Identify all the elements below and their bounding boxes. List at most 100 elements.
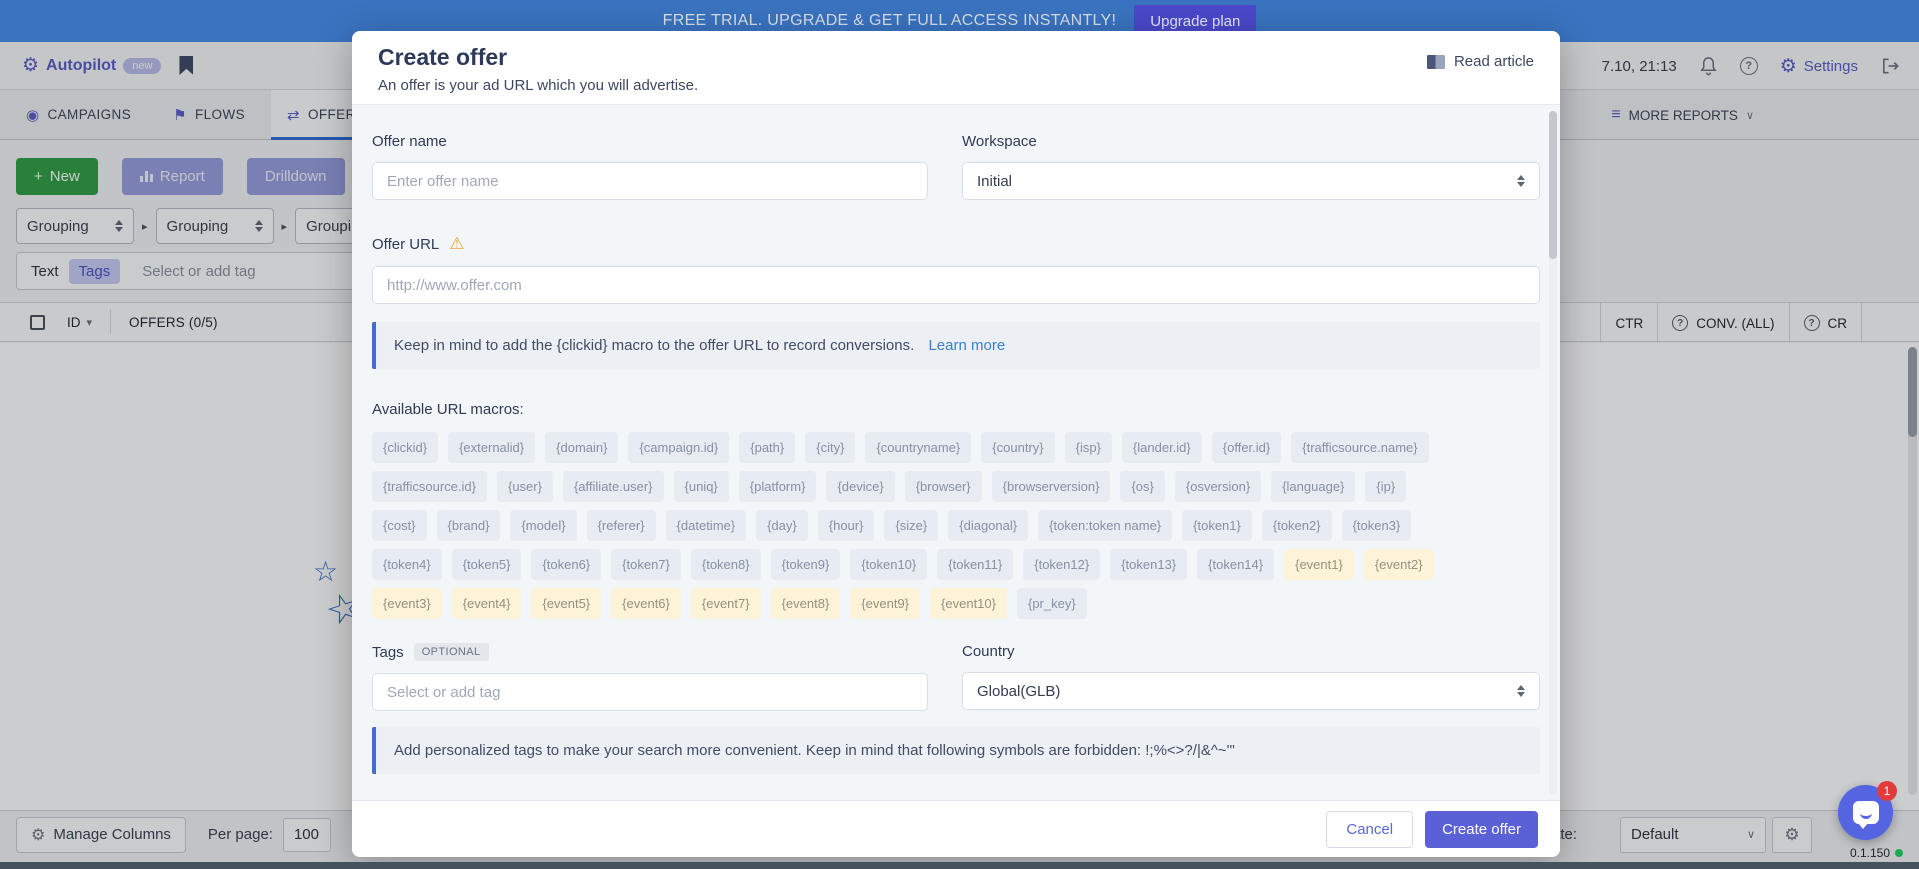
macro-chip[interactable]: {token13} <box>1110 549 1187 580</box>
version-label: 0.1.150 <box>1850 846 1903 860</box>
macro-chip[interactable]: {offer.id} <box>1212 432 1281 463</box>
macro-chip[interactable]: {brand} <box>437 510 501 541</box>
macro-chip[interactable]: {ip} <box>1365 471 1406 502</box>
macro-chip[interactable]: {event8} <box>771 588 841 619</box>
offer-name-input[interactable] <box>372 162 928 200</box>
macro-chip[interactable]: {event9} <box>850 588 920 619</box>
macro-chip[interactable]: {platform} <box>739 471 817 502</box>
macro-chip[interactable]: {token6} <box>531 549 601 580</box>
macro-chip[interactable]: {event6} <box>611 588 681 619</box>
macro-chip[interactable]: {day} <box>756 510 808 541</box>
version-number: 0.1.150 <box>1850 846 1890 860</box>
learn-more-link[interactable]: Learn more <box>928 337 1005 354</box>
macro-chip[interactable]: {hour} <box>818 510 875 541</box>
macro-chip[interactable]: {token8} <box>691 549 761 580</box>
tags-input[interactable] <box>372 673 928 711</box>
status-dot-icon <box>1895 849 1903 857</box>
modal-body: Offer name Workspace Initial Offer URL ⚠ <box>352 105 1560 800</box>
book-icon <box>1427 55 1445 69</box>
macro-chip[interactable]: {event1} <box>1284 549 1354 580</box>
macro-chip[interactable]: {size} <box>884 510 938 541</box>
macro-chip[interactable]: {event3} <box>372 588 442 619</box>
modal-scrollbar[interactable] <box>1549 111 1557 795</box>
macro-chip[interactable]: {browserversion} <box>992 471 1111 502</box>
macros-label: Available URL macros: <box>372 401 1540 418</box>
macro-chip[interactable]: {model} <box>510 510 576 541</box>
macro-chip[interactable]: {pr_key} <box>1017 588 1087 619</box>
macro-chip[interactable]: {referer} <box>587 510 656 541</box>
macro-chip[interactable]: {osversion} <box>1175 471 1261 502</box>
macro-chip[interactable]: {token11} <box>937 549 1013 580</box>
macro-chip[interactable]: {affiliate.user} <box>563 471 664 502</box>
macro-chip[interactable]: {token:token name} <box>1038 510 1172 541</box>
country-label: Country <box>962 643 1540 660</box>
macro-chip[interactable]: {uniq} <box>674 471 729 502</box>
offer-url-input[interactable] <box>372 266 1540 304</box>
macro-chip[interactable]: {language} <box>1271 471 1355 502</box>
select-updown-icon <box>1517 685 1525 697</box>
macro-chip[interactable]: {token1} <box>1182 510 1252 541</box>
macro-chip[interactable]: {token4} <box>372 549 442 580</box>
tags-label: Tags OPTIONAL <box>372 643 928 661</box>
create-offer-modal: Create offer An offer is your ad URL whi… <box>352 31 1560 857</box>
chat-unread-badge: 1 <box>1877 781 1897 801</box>
macro-chip[interactable]: {device} <box>826 471 894 502</box>
macro-chip[interactable]: {trafficsource.id} <box>372 471 487 502</box>
macro-chip[interactable]: {cost} <box>372 510 427 541</box>
macro-chip[interactable]: {event5} <box>531 588 601 619</box>
trial-message: FREE TRIAL. UPGRADE & GET FULL ACCESS IN… <box>663 12 1117 30</box>
macro-chip[interactable]: {user} <box>497 471 553 502</box>
modal-footer: Cancel Create offer <box>352 800 1560 857</box>
offer-name-label: Offer name <box>372 133 928 150</box>
app-window: FREE TRIAL. UPGRADE & GET FULL ACCESS IN… <box>0 0 1919 869</box>
macro-chip[interactable]: {diagonal} <box>948 510 1028 541</box>
optional-badge: OPTIONAL <box>414 643 489 661</box>
read-article-link[interactable]: Read article <box>1427 53 1534 70</box>
tags-label-text: Tags <box>372 644 404 661</box>
macro-chip[interactable]: {token3} <box>1342 510 1412 541</box>
tags-note-text: Add personalized tags to make your searc… <box>394 742 1235 759</box>
macro-chip[interactable]: {isp} <box>1065 432 1112 463</box>
macro-chip[interactable]: {domain} <box>545 432 618 463</box>
macro-chip[interactable]: {datetime} <box>666 510 747 541</box>
read-article-label: Read article <box>1454 53 1534 70</box>
macro-chip[interactable]: {token2} <box>1262 510 1332 541</box>
macro-chip[interactable]: {campaign.id} <box>628 432 729 463</box>
macro-chip[interactable]: {event4} <box>452 588 522 619</box>
chat-widget-button[interactable]: 1 <box>1838 785 1893 840</box>
workspace-select[interactable]: Initial <box>962 162 1540 200</box>
modal-subtitle: An offer is your ad URL which you will a… <box>378 77 1534 94</box>
cancel-button[interactable]: Cancel <box>1326 811 1413 848</box>
macro-chip[interactable]: {externalid} <box>448 432 535 463</box>
chat-bubble-icon <box>1853 801 1879 824</box>
macro-chip[interactable]: {os} <box>1120 471 1164 502</box>
macros-list: {clickid} {externalid} {domain} {campaign.i… <box>372 432 1540 619</box>
macro-chip[interactable]: {token5} <box>452 549 522 580</box>
offer-url-label-text: Offer URL <box>372 236 439 253</box>
macro-chip[interactable]: {token7} <box>611 549 681 580</box>
macro-chip[interactable]: {event2} <box>1364 549 1434 580</box>
workspace-value: Initial <box>977 173 1012 190</box>
macro-chip[interactable]: {countryname} <box>865 432 971 463</box>
modal-title: Create offer <box>378 44 1534 71</box>
country-select[interactable]: Global(GLB) <box>962 672 1540 710</box>
warning-icon: ⚠ <box>449 234 464 254</box>
macro-chip[interactable]: {city} <box>805 432 855 463</box>
macro-chip[interactable]: {browser} <box>905 471 982 502</box>
macro-chip[interactable]: {country} <box>981 432 1054 463</box>
macro-chip[interactable]: {event10} <box>930 588 1007 619</box>
macro-chip[interactable]: {path} <box>739 432 795 463</box>
macro-chip[interactable]: {token12} <box>1023 549 1100 580</box>
create-offer-button[interactable]: Create offer <box>1425 811 1538 848</box>
macro-chip[interactable]: {clickid} <box>372 432 438 463</box>
offer-url-label: Offer URL ⚠ <box>372 234 1540 254</box>
macro-chip[interactable]: {token10} <box>850 549 927 580</box>
macro-chip[interactable]: {token14} <box>1197 549 1274 580</box>
modal-header: Create offer An offer is your ad URL whi… <box>352 31 1560 105</box>
country-value: Global(GLB) <box>977 683 1060 700</box>
macro-chip[interactable]: {token9} <box>771 549 841 580</box>
macro-chip[interactable]: {trafficsource.name} <box>1291 432 1428 463</box>
macro-chip[interactable]: {event7} <box>691 588 761 619</box>
bottom-strip <box>0 862 1919 869</box>
macro-chip[interactable]: {lander.id} <box>1122 432 1202 463</box>
